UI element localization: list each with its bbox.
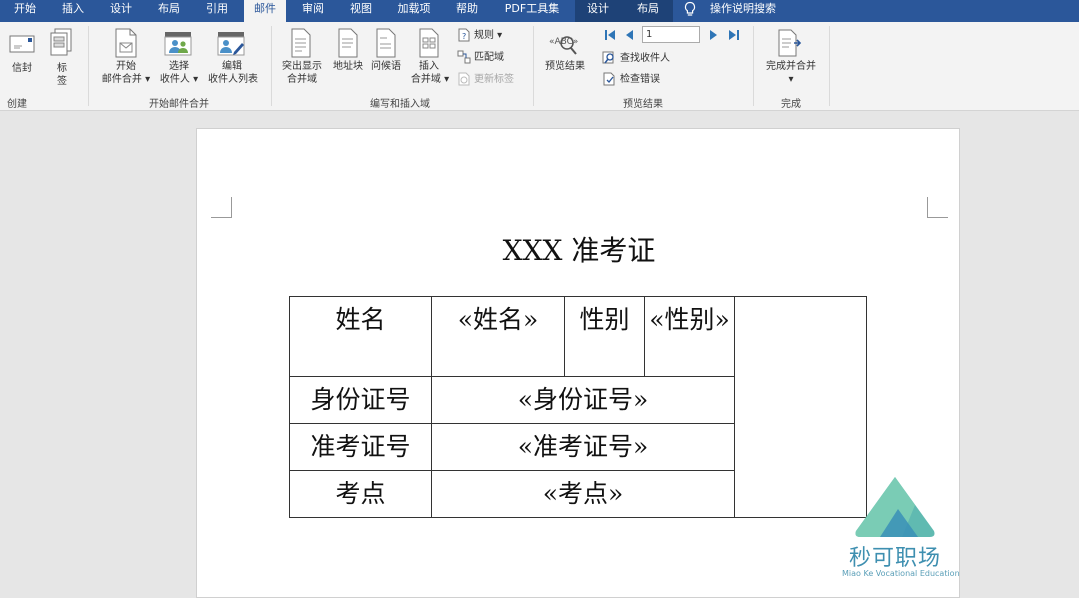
highlight-merge-fields-line1[interactable]: 突出显示 <box>278 60 326 73</box>
insert-merge-field-line2[interactable]: 合并域 ▾ <box>406 73 454 86</box>
cell-gender-field[interactable]: «性别» <box>644 296 735 377</box>
insert-merge-field-line1[interactable]: 插入 <box>414 60 444 73</box>
edit-recipient-list-line2[interactable]: 收件人列表 <box>203 73 263 86</box>
cell-name-label[interactable]: 姓名 <box>289 296 432 377</box>
group-separator <box>533 26 534 106</box>
lightbulb-icon <box>684 1 696 16</box>
tab-layout[interactable]: 布局 <box>148 0 190 22</box>
last-record-icon[interactable] <box>728 29 740 41</box>
next-record-icon[interactable] <box>709 29 719 41</box>
group-label-write-insert: 编写和插入域 <box>370 99 430 110</box>
edit-recipient-list-icon[interactable] <box>217 31 247 57</box>
first-record-icon[interactable] <box>604 29 616 41</box>
cell-id-field[interactable]: «身份证号» <box>431 376 735 424</box>
rules-icon[interactable]: ? <box>457 28 471 42</box>
envelope-icon[interactable] <box>9 34 35 54</box>
rules-button[interactable]: 规则 ▾ <box>474 29 510 42</box>
tab-view[interactable]: 视图 <box>340 0 382 22</box>
update-labels-button: 更新标签 <box>474 74 514 85</box>
tab-table-layout[interactable]: 布局 <box>628 0 668 22</box>
envelopes-button[interactable]: 信封 <box>6 62 38 75</box>
group-label-finish: 完成 <box>781 99 801 110</box>
group-label-create: 创建 <box>7 99 27 110</box>
highlight-merge-fields-icon[interactable] <box>290 28 312 58</box>
preview-results-icon[interactable]: «ABC» <box>548 32 582 58</box>
select-recipients-line1[interactable]: 选择 <box>158 60 200 73</box>
tell-me-search[interactable]: 操作说明搜索 <box>703 0 783 22</box>
ribbon-tab-bar: 开始 插入 设计 布局 引用 邮件 审阅 视图 加载项 帮助 PDF工具集 设计… <box>0 0 1079 22</box>
tab-design[interactable]: 设计 <box>100 0 142 22</box>
tab-mailings[interactable]: 邮件 <box>244 0 286 22</box>
find-recipient-icon[interactable] <box>602 51 617 65</box>
greeting-line-button[interactable]: 问候语 <box>368 60 404 73</box>
tab-table-design[interactable]: 设计 <box>578 0 618 22</box>
tab-references[interactable]: 引用 <box>196 0 238 22</box>
start-mail-merge-icon[interactable] <box>113 28 139 58</box>
match-fields-icon[interactable] <box>457 50 471 64</box>
finish-merge-button[interactable]: 完成并合并 <box>760 60 822 73</box>
watermark-text: 秒可职场 <box>848 546 941 571</box>
check-errors-icon[interactable] <box>602 72 617 86</box>
group-separator <box>829 26 830 106</box>
cell-name-field[interactable]: «姓名» <box>431 296 565 377</box>
group-label-start-mail-merge: 开始邮件合并 <box>149 99 209 110</box>
cell-exam-field[interactable]: «准考证号» <box>431 423 735 471</box>
address-block-button[interactable]: 地址块 <box>330 60 366 73</box>
admission-ticket-table[interactable]: 姓名 «姓名» 性别 «性别» 身份证号 «身份证号» 准考证号 «准考证号» … <box>289 296 867 518</box>
cell-exam-label[interactable]: 准考证号 <box>289 423 432 471</box>
previous-record-icon[interactable] <box>624 29 634 41</box>
watermark-subtitle: Miao Ke Vocational Education <box>842 569 960 578</box>
match-fields-button[interactable]: 匹配域 <box>474 51 514 64</box>
tab-addins[interactable]: 加载项 <box>388 0 440 22</box>
document-title[interactable]: XXX 准考证 <box>197 229 961 269</box>
select-recipients-icon[interactable] <box>164 31 194 57</box>
labels-button-line1[interactable]: 标 <box>52 62 72 75</box>
tab-pdf-tools[interactable]: PDF工具集 <box>494 0 570 22</box>
find-recipient-button[interactable]: 查找收件人 <box>620 52 680 65</box>
group-separator <box>753 26 754 106</box>
labels-button-line2[interactable]: 签 <box>52 75 72 88</box>
svg-text:?: ? <box>462 32 466 41</box>
start-mail-merge-line1[interactable]: 开始 <box>100 60 152 73</box>
cell-site-field[interactable]: «考点» <box>431 470 735 518</box>
ribbon: 信封 标 签 创建 开始 邮件合并 ▾ 选择 收件人 ▾ 编辑 收件人列表 开始… <box>0 22 1079 111</box>
group-separator <box>88 26 89 106</box>
select-recipients-line2[interactable]: 收件人 ▾ <box>154 73 204 86</box>
tab-review[interactable]: 审阅 <box>292 0 334 22</box>
labels-icon[interactable] <box>49 28 75 56</box>
edit-recipient-list-line1[interactable]: 编辑 <box>214 60 250 73</box>
tab-help[interactable]: 帮助 <box>446 0 488 22</box>
tab-home[interactable]: 开始 <box>4 0 46 22</box>
group-label-preview-results: 预览结果 <box>623 99 663 110</box>
greeting-line-icon[interactable] <box>375 28 397 58</box>
tab-insert[interactable]: 插入 <box>52 0 94 22</box>
preview-results-button[interactable]: 预览结果 <box>540 60 590 73</box>
crop-mark-top-left <box>211 197 232 218</box>
check-errors-button[interactable]: 检查错误 <box>620 73 670 86</box>
cell-id-label[interactable]: 身份证号 <box>289 376 432 424</box>
insert-merge-field-icon[interactable] <box>418 28 440 58</box>
highlight-merge-fields-line2[interactable]: 合并域 <box>282 73 322 86</box>
finish-merge-icon[interactable] <box>776 29 806 57</box>
crop-mark-top-right <box>927 197 948 218</box>
cell-site-label[interactable]: 考点 <box>289 470 432 518</box>
record-number-input[interactable]: 1 <box>642 26 700 43</box>
update-labels-icon <box>458 72 470 86</box>
cell-gender-label[interactable]: 性别 <box>564 296 645 377</box>
start-mail-merge-line2[interactable]: 邮件合并 ▾ <box>96 73 156 86</box>
finish-merge-dropdown-arrow[interactable]: ▾ <box>785 73 797 86</box>
group-separator <box>271 26 272 106</box>
address-block-icon[interactable] <box>337 28 359 58</box>
